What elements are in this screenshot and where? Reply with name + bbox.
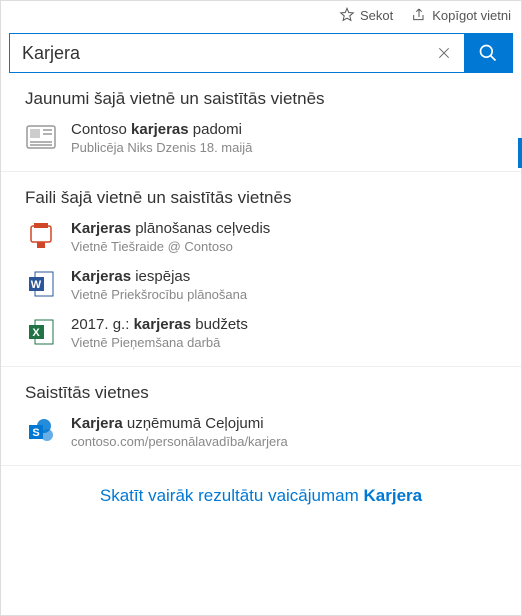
- search-input[interactable]: [10, 34, 424, 72]
- word-icon: W: [25, 268, 57, 300]
- files-title: Faili šajā vietnē un saistītās vietnēs: [25, 188, 501, 208]
- search-icon: [478, 43, 498, 63]
- result-body: Karjera uzņēmumā Ceļojumi contoso.com/pe…: [71, 415, 501, 449]
- result-sub: Vietnē Priekšrocību plānošana: [71, 287, 501, 302]
- result-sub: Publicēja Niks Dzenis 18. maijā: [71, 140, 501, 155]
- result-title: Karjera uzņēmumā Ceļojumi: [71, 415, 501, 432]
- file-item[interactable]: W Karjeras iespējas Vietnē Priekšrocību …: [25, 268, 501, 302]
- news-section: Jaunumi šajā vietnē un saistītās vietnēs…: [1, 73, 521, 172]
- sites-title: Saistītās vietnes: [25, 383, 501, 403]
- result-title: Karjeras iespējas: [71, 268, 501, 285]
- file-icon: [25, 220, 57, 252]
- follow-label: Sekot: [360, 8, 393, 23]
- result-sub: contoso.com/personālavadība/karjera: [71, 434, 501, 449]
- search-bar: [9, 33, 513, 73]
- news-icon: [25, 121, 57, 153]
- sharepoint-icon: S: [25, 415, 57, 447]
- result-title: Contoso karjeras padomi: [71, 121, 501, 138]
- result-title: Karjeras plānošanas ceļvedis: [71, 220, 501, 237]
- result-sub: Vietnē Pieņemšana darbā: [71, 335, 501, 350]
- file-item[interactable]: Karjeras plānošanas ceļvedis Vietnē Tieš…: [25, 220, 501, 254]
- share-icon: [411, 7, 427, 23]
- result-title: 2017. g.: karjeras budžets: [71, 316, 501, 333]
- result-sub: Vietnē Tiešraide @ Contoso: [71, 239, 501, 254]
- svg-text:X: X: [32, 327, 40, 339]
- result-body: 2017. g.: karjeras budžets Vietnē Pieņem…: [71, 316, 501, 350]
- svg-text:W: W: [31, 279, 42, 291]
- search-button[interactable]: [464, 34, 512, 72]
- result-body: Karjeras plānošanas ceļvedis Vietnē Tieš…: [71, 220, 501, 254]
- result-body: Contoso karjeras padomi Publicēja Niks D…: [71, 121, 501, 155]
- see-more-link[interactable]: Skatīt vairāk rezultātu vaicājumam Karje…: [1, 466, 521, 526]
- share-action[interactable]: Kopīgot vietni: [411, 7, 511, 23]
- svg-text:S: S: [32, 427, 39, 439]
- star-icon: [339, 7, 355, 23]
- clear-button[interactable]: [424, 34, 464, 72]
- result-body: Karjeras iespējas Vietnē Priekšrocību pl…: [71, 268, 501, 302]
- excel-icon: X: [25, 316, 57, 348]
- topbar: Sekot Kopīgot vietni: [1, 1, 521, 29]
- close-icon: [436, 45, 452, 61]
- follow-action[interactable]: Sekot: [339, 7, 393, 23]
- news-item[interactable]: Contoso karjeras padomi Publicēja Niks D…: [25, 121, 501, 155]
- news-title: Jaunumi šajā vietnē un saistītās vietnēs: [25, 89, 501, 109]
- site-item[interactable]: S Karjera uzņēmumā Ceļojumi contoso.com/…: [25, 415, 501, 449]
- files-section: Faili šajā vietnē un saistītās vietnēs K…: [1, 172, 521, 367]
- selection-indicator: [518, 138, 522, 168]
- sites-section: Saistītās vietnes S Karjera uzņēmumā Ceļ…: [1, 367, 521, 466]
- share-label: Kopīgot vietni: [432, 8, 511, 23]
- file-item[interactable]: X 2017. g.: karjeras budžets Vietnē Pieņ…: [25, 316, 501, 350]
